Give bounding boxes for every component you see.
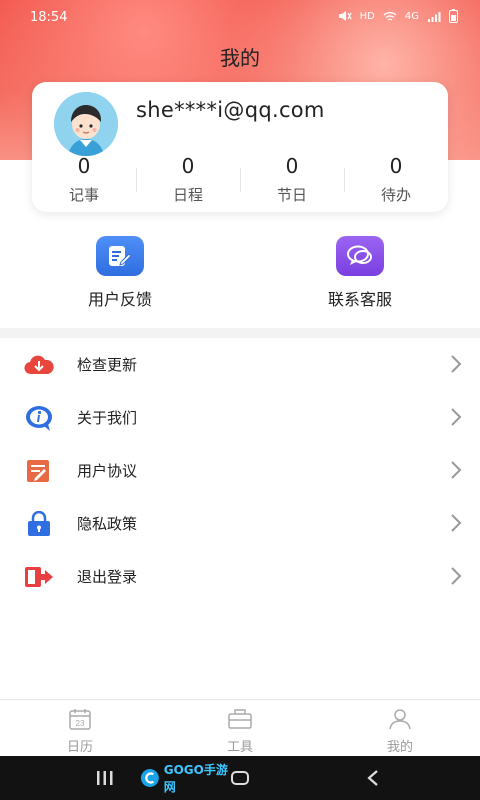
stat-value: 0 <box>285 154 299 178</box>
quick-actions: 用户反馈 联系客服 <box>0 236 480 316</box>
person-icon <box>389 709 411 730</box>
tab-label: 日历 <box>66 740 93 755</box>
chevron-right-icon <box>451 567 462 585</box>
lock-icon <box>24 509 54 539</box>
profile-card: she****i@qq.com 0 记事 0 日程 0 节日 0 待办 <box>32 82 448 212</box>
system-nav-bar: GOGO手游网 <box>0 756 480 800</box>
battery-icon <box>449 9 458 23</box>
tab-calendar[interactable]: 23 日历 <box>0 700 160 756</box>
user-email: she****i@qq.com <box>136 98 325 122</box>
calendar-badge: 23 <box>76 719 85 728</box>
watermark-text: GOGO手游网 <box>163 763 228 794</box>
calendar-icon: 23 <box>69 709 91 730</box>
feedback-label: 用户反馈 <box>87 290 152 309</box>
section-divider <box>0 328 480 338</box>
status-bar: 18:54 HD 4G <box>0 0 480 34</box>
cloud-download-icon <box>24 350 54 380</box>
menu-item-check-update[interactable]: 检查更新 <box>0 338 480 391</box>
logout-icon <box>24 562 54 592</box>
chevron-right-icon <box>451 461 462 479</box>
feedback-button[interactable]: 用户反馈 <box>50 236 190 310</box>
tab-label: 工具 <box>226 740 253 755</box>
contact-service-button[interactable]: 联系客服 <box>290 236 430 310</box>
stat-holidays[interactable]: 0 节日 <box>240 152 344 207</box>
stat-label: 节日 <box>276 186 307 204</box>
page-title: 我的 <box>220 46 260 70</box>
chat-bubbles-icon <box>336 236 384 276</box>
chevron-right-icon <box>451 355 462 373</box>
avatar[interactable] <box>54 92 118 156</box>
chevron-right-icon <box>451 514 462 532</box>
stat-value: 0 <box>389 154 403 178</box>
signal-bars-icon <box>428 11 441 22</box>
menu-label: 退出登录 <box>77 568 138 586</box>
stats-row: 0 记事 0 日程 0 节日 0 待办 <box>32 152 448 207</box>
status-time: 18:54 <box>30 10 68 25</box>
stat-todo[interactable]: 0 待办 <box>344 152 448 207</box>
wifi-icon <box>383 11 397 21</box>
tab-label: 我的 <box>386 740 413 755</box>
tab-mine[interactable]: 我的 <box>320 700 480 756</box>
stat-schedule[interactable]: 0 日程 <box>136 152 240 207</box>
watermark-icon <box>140 769 159 787</box>
avatar-boy-icon <box>54 92 118 156</box>
document-icon <box>24 456 54 486</box>
status-icons: HD 4G <box>338 9 458 23</box>
stat-label: 日程 <box>172 186 203 204</box>
menu-label: 隐私政策 <box>77 515 138 533</box>
stat-label: 待办 <box>380 186 411 204</box>
menu-label: 用户协议 <box>77 462 138 480</box>
tab-tools[interactable]: 工具 <box>160 700 320 756</box>
menu-item-privacy-policy[interactable]: 隐私政策 <box>0 497 480 550</box>
back-icon[interactable] <box>366 769 380 787</box>
network-label: HD <box>359 10 375 22</box>
stat-value: 0 <box>77 154 91 178</box>
home-icon[interactable] <box>230 770 250 786</box>
recents-icon[interactable] <box>96 770 114 786</box>
stat-notes[interactable]: 0 记事 <box>32 152 136 207</box>
menu-item-user-agreement[interactable]: 用户协议 <box>0 444 480 497</box>
settings-menu: 检查更新 关于我们 用户协议 隐私政策 退出登录 <box>0 338 480 603</box>
chevron-right-icon <box>451 408 462 426</box>
contact-service-label: 联系客服 <box>327 290 392 309</box>
menu-item-logout[interactable]: 退出登录 <box>0 550 480 603</box>
mute-icon <box>338 11 352 21</box>
stat-label: 记事 <box>68 186 99 204</box>
stat-value: 0 <box>181 154 195 178</box>
menu-item-about-us[interactable]: 关于我们 <box>0 391 480 444</box>
feedback-edit-icon <box>96 236 144 276</box>
menu-label: 关于我们 <box>77 409 138 427</box>
info-icon <box>24 403 54 433</box>
watermark-logo: GOGO手游网 <box>140 763 232 794</box>
bottom-tab-bar: 23 日历 工具 我的 <box>0 699 480 756</box>
toolbox-icon <box>228 709 252 729</box>
signal-label: 4G <box>404 10 419 22</box>
menu-label: 检查更新 <box>77 356 138 374</box>
